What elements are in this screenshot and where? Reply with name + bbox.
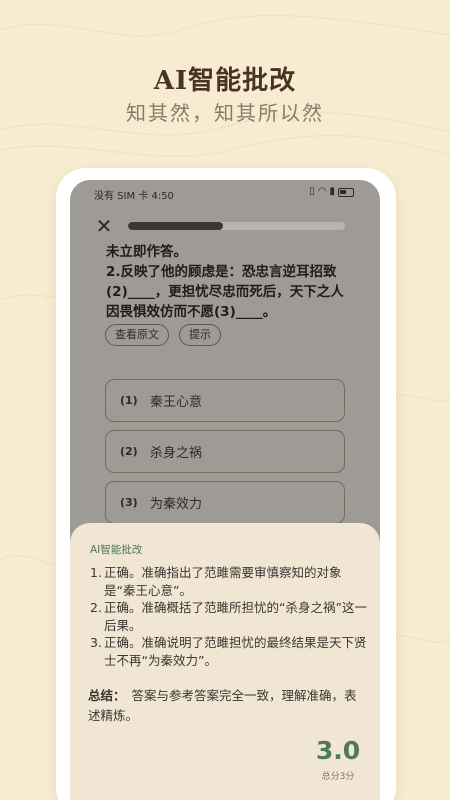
review-sheet: AI智能批改 1. 正确。准确指出了范雎需要审慎察知的对象是“秦王心意”。 2.… (70, 523, 380, 800)
review-item: 3. 正确。准确说明了范雎担忧的最终结果是天下贤士不再“为秦效力”。 (90, 634, 370, 669)
option-2[interactable]: (2) 杀身之祸 (105, 430, 345, 473)
option-1[interactable]: (1) 秦王心意 (105, 379, 345, 422)
progress-bar (128, 222, 345, 230)
option-number: (3) (120, 496, 138, 509)
review-item-text: 正确。准确说明了范雎担忧的最终结果是天下贤士不再“为秦效力”。 (104, 635, 367, 668)
status-icons: ▯ ◠ ▮ (309, 186, 354, 198)
promo-title: AI智能批改 (153, 66, 297, 96)
summary-text: 答案与参考答案完全一致，理解准确，表述精炼。 (88, 688, 357, 723)
review-list: 1. 正确。准确指出了范雎需要审慎察知的对象是“秦王心意”。 2. 正确。准确概… (90, 564, 370, 669)
option-text: 为秦效力 (150, 497, 203, 512)
battery-icon (338, 187, 354, 197)
review-summary: 总结： 答案与参考答案完全一致，理解准确，表述精炼。 (88, 686, 363, 726)
hint-button[interactable]: 提示 (179, 324, 221, 346)
promo-subtitle: 知其然，知其所以然 (126, 101, 324, 125)
status-bar: 没有 SIM 卡 4:50 ▯ ◠ ▮ (70, 180, 380, 206)
question-text-content: 未立即作答。 2.反映了他的顾虑是：恐忠言逆耳招致(2)____，更担忧尽忠而死… (106, 244, 344, 320)
battery-saver-icon: ▮ (329, 186, 335, 197)
summary-label: 总结： (88, 688, 126, 703)
option-text: 杀身之祸 (150, 446, 203, 461)
close-icon[interactable]: ✕ (94, 216, 114, 236)
review-item-number: 2. (90, 600, 102, 615)
option-3[interactable]: (3) 为秦效力 (105, 481, 345, 524)
status-carrier-time: 没有 SIM 卡 4:50 (94, 191, 174, 202)
review-item-text: 正确。准确概括了范雎所担忧的“杀身之祸”这一后果。 (104, 600, 367, 633)
score-value: 3.0 (315, 736, 361, 765)
question-text: 未立即作答。 2.反映了他的顾虑是：恐忠言逆耳招致(2)____，更担忧尽忠而死… (106, 242, 356, 322)
vibrate-icon: ▯ (309, 186, 315, 197)
option-text: 秦王心意 (150, 395, 203, 410)
view-original-button[interactable]: 查看原文 (105, 324, 169, 346)
review-item: 1. 正确。准确指出了范雎需要审慎察知的对象是“秦王心意”。 (90, 564, 370, 599)
wifi-icon: ◠ (317, 186, 327, 197)
review-item: 2. 正确。准确概括了范雎所担忧的“杀身之祸”这一后果。 (90, 599, 370, 634)
option-number: (2) (120, 445, 138, 458)
review-item-number: 1. (90, 565, 102, 580)
option-number: (1) (120, 394, 138, 407)
progress-fill (128, 222, 224, 230)
review-item-number: 3. (90, 635, 102, 650)
review-item-text: 正确。准确指出了范雎需要审慎察知的对象是“秦王心意”。 (104, 565, 342, 598)
review-title: AI智能批改 (90, 544, 143, 556)
score-total: 总分3分 (321, 772, 355, 782)
